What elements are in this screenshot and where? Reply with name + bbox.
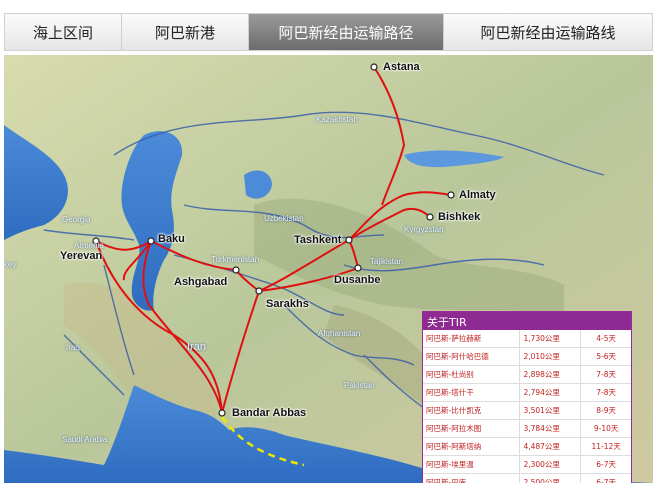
tir-info-title: 关于TIR (423, 312, 631, 330)
distance-cell: 2,898公里 (519, 365, 582, 384)
city-astana: Astana (383, 61, 420, 73)
days-cell: 6-7天 (580, 473, 631, 483)
city-bishkek: Bishkek (438, 211, 481, 223)
route-cell: 阿巴斯-杜尚别 (423, 365, 521, 384)
table-row: 阿巴斯-巴库 2,500公里 6-7天 (423, 473, 631, 483)
city-ashgabad: Ashgabad (174, 276, 228, 288)
route-cell: 阿巴斯-埃里温 (423, 455, 521, 474)
route-cell: 阿巴斯-巴库 (423, 473, 521, 483)
route-cell: 阿巴斯-阿拉木图 (423, 419, 521, 438)
days-cell: 7-8天 (580, 365, 631, 384)
city-bandar-abbas: Bandar Abbas (232, 407, 307, 419)
table-row: 阿巴斯-比什凯克 3,501公里 8-9天 (423, 401, 631, 420)
city-tashkent: Tashkent (294, 234, 342, 246)
country-uzbekistan: Uzbekistan (264, 214, 304, 223)
distance-cell: 3,501公里 (519, 401, 582, 420)
days-cell: 11-12天 (580, 437, 631, 456)
table-row: 阿巴斯-阿什哈巴德 2,010公里 5-6天 (423, 347, 631, 366)
table-row: 阿巴斯-塔什干 2,794公里 7-8天 (423, 383, 631, 402)
country-tajikistan: Tajikistan (370, 257, 403, 266)
country-saudi-arabia: Saudi Arabia (62, 435, 108, 444)
country-afghanistan: Afghanistan (318, 329, 361, 338)
city-almaty: Almaty (459, 189, 496, 201)
country-armenia: Armenia (74, 241, 104, 250)
tab-abbas-new-port[interactable]: 阿巴新港 (122, 14, 249, 50)
days-cell: 5-6天 (580, 347, 631, 366)
tab-abbas-transport-path[interactable]: 阿巴新经由运输路径 (249, 14, 444, 50)
table-row: 阿巴斯-埃里温 2,300公里 6-7天 (423, 455, 631, 474)
city-sarakhs: Sarakhs (266, 298, 309, 310)
distance-cell: 3,784公里 (519, 419, 582, 438)
city-dusanbe: Dusanbe (334, 274, 381, 286)
country-iran: Iran (187, 341, 206, 353)
distance-cell: 2,500公里 (519, 473, 582, 483)
country-iraq: Iraq (66, 343, 80, 352)
days-cell: 8-9天 (580, 401, 631, 420)
distance-cell: 2,010公里 (519, 347, 582, 366)
tir-info-panel: 关于TIR 阿巴斯-萨拉赫斯 1,730公里 4-5天 阿巴斯-阿什哈巴德 2,010公… (422, 311, 632, 483)
days-cell: 4-5天 (580, 330, 631, 348)
days-cell: 6-7天 (580, 455, 631, 474)
country-turkmenistan: Turkmenistan (211, 255, 260, 264)
distance-cell: 2,300公里 (519, 455, 582, 474)
tir-route-table: 阿巴斯-萨拉赫斯 1,730公里 4-5天 阿巴斯-阿什哈巴德 2,010公里 5-6天阿… (423, 330, 631, 483)
country-georgia: Georgia (62, 215, 91, 224)
distance-cell: 2,794公里 (519, 383, 582, 402)
route-cell: 阿巴斯-阿什哈巴德 (423, 347, 521, 366)
country-kazakhstan: Kazakhstan (316, 115, 358, 124)
country-turkey-partial: key (4, 260, 17, 269)
route-cell: 阿巴斯-塔什干 (423, 383, 521, 402)
distance-cell: 1,730公里 (519, 330, 582, 348)
route-cell: 阿巴斯-比什凯克 (423, 401, 521, 420)
tab-bar: 海上区间 阿巴新港 阿巴新经由运输路径 阿巴新经由运输路线 (4, 13, 653, 51)
route-cell: 阿巴斯-阿斯塔纳 (423, 437, 521, 456)
route-map: Astana Almaty Bishkek Tashkent Dusanbe B… (4, 55, 653, 483)
table-row: 阿巴斯-阿斯塔纳 4,487公里 11-12天 (423, 437, 631, 456)
table-row: 阿巴斯-萨拉赫斯 1,730公里 4-5天 (423, 330, 631, 348)
days-cell: 9-10天 (580, 419, 631, 438)
country-pakistan: Pakistan (344, 381, 375, 390)
days-cell: 7-8天 (580, 383, 631, 402)
table-row: 阿巴斯-杜尚别 2,898公里 7-8天 (423, 365, 631, 384)
city-yerevan: Yerevan (60, 250, 103, 262)
tab-sea-section[interactable]: 海上区间 (5, 14, 122, 50)
country-kyrgyzstan: Kyrgyzstan (404, 225, 444, 234)
distance-cell: 4,487公里 (519, 437, 582, 456)
table-row: 阿巴斯-阿拉木图 3,784公里 9-10天 (423, 419, 631, 438)
route-cell: 阿巴斯-萨拉赫斯 (423, 330, 521, 348)
tab-abbas-transport-route[interactable]: 阿巴新经由运输路线 (444, 14, 652, 50)
city-baku: Baku (158, 233, 185, 245)
